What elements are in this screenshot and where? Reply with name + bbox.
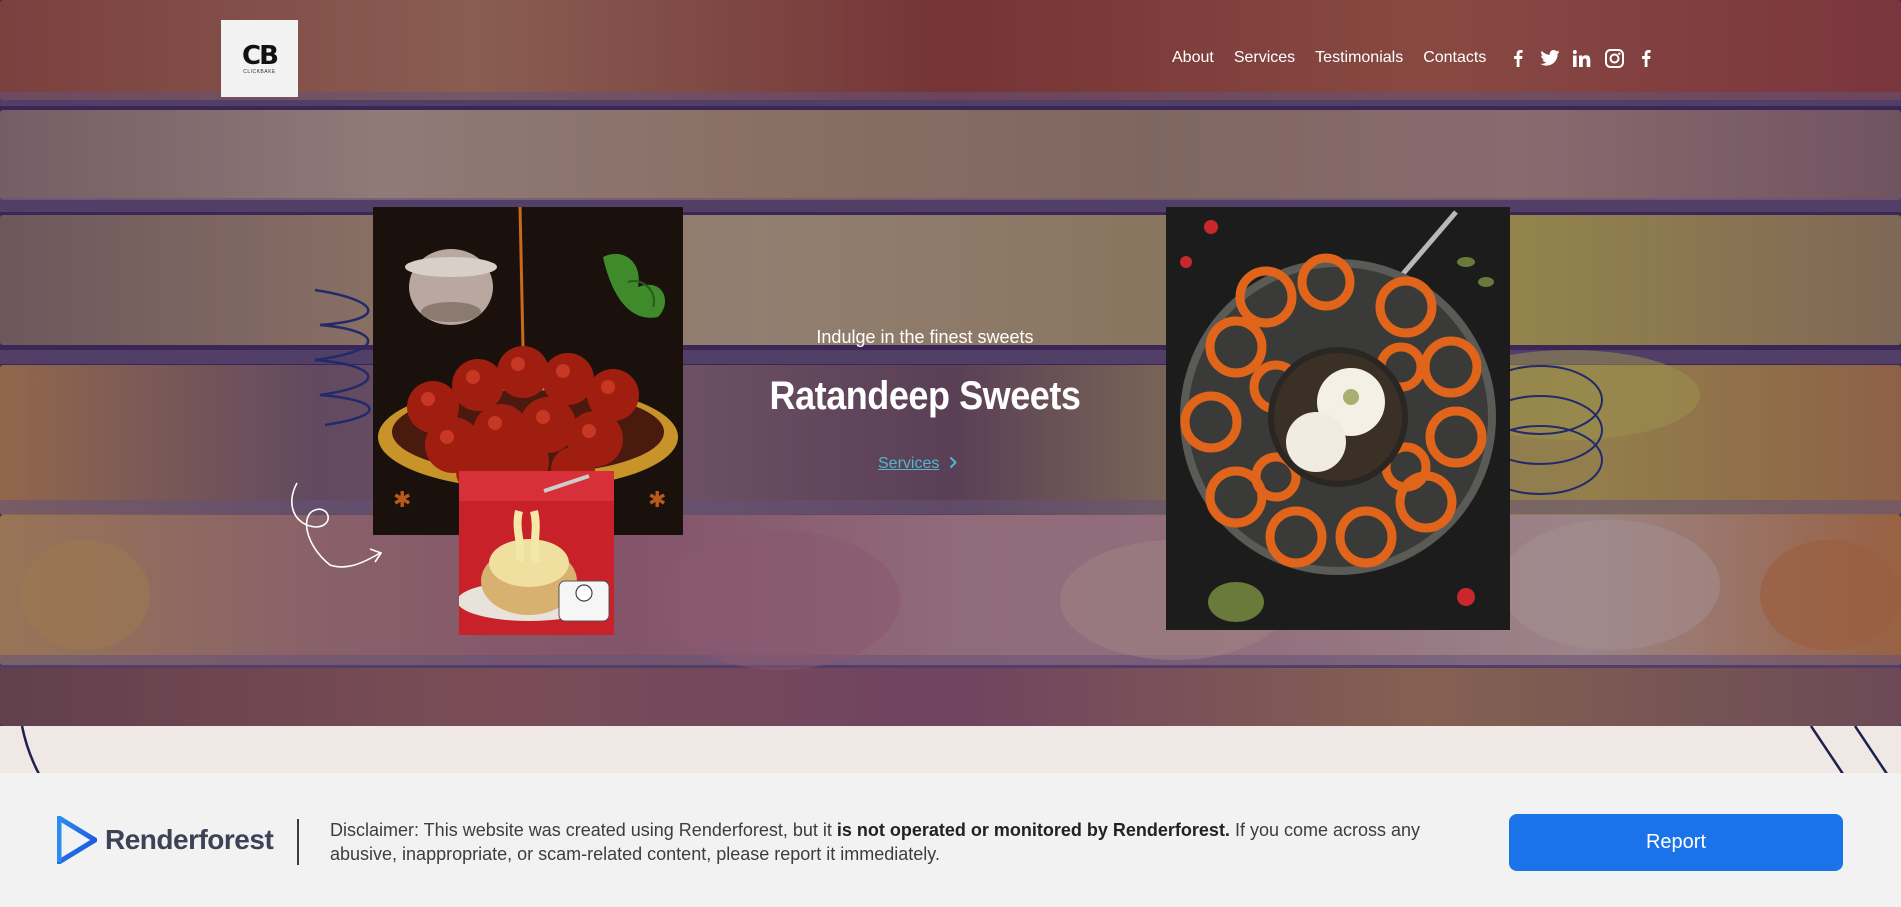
main-nav: About Services Testimonials Contacts (1172, 48, 1656, 68)
nav-contacts[interactable]: Contacts (1423, 49, 1486, 67)
twitter-icon[interactable] (1540, 48, 1560, 68)
services-link[interactable]: Services (878, 455, 958, 473)
linkedin-icon[interactable] (1572, 48, 1592, 68)
hero-overlay (0, 0, 1901, 726)
disclaimer-text-start: Disclaimer: This website was created usi… (330, 820, 837, 840)
renderforest-play-icon (57, 816, 97, 864)
nav-services[interactable]: Services (1234, 49, 1295, 67)
disclaimer-divider (297, 819, 299, 865)
instagram-icon[interactable] (1604, 48, 1624, 68)
services-link-label: Services (878, 455, 940, 472)
site-logo[interactable]: CB CLICKBAKE (221, 20, 298, 97)
social-links (1508, 48, 1656, 68)
nav-about[interactable]: About (1172, 49, 1214, 67)
svg-text:✱: ✱ (393, 488, 411, 513)
hero-section: CB CLICKBAKE About Services Testimonials… (0, 0, 1901, 726)
logo-mark: CB (242, 40, 279, 71)
svg-text:✱: ✱ (648, 488, 666, 513)
disclaimer-text-bold: is not operated or monitored by Renderfo… (836, 820, 1230, 840)
nav-testimonials[interactable]: Testimonials (1315, 49, 1403, 67)
jalebi-photo (1166, 207, 1510, 630)
section-curve-right (1809, 726, 1889, 775)
chevron-right-icon (949, 456, 958, 472)
loop-arrow-decoration (291, 482, 383, 568)
hero-tagline: Indulge in the finest sweets (816, 327, 1034, 347)
sweet-bun-photo (459, 471, 614, 635)
facebook-icon[interactable] (1508, 48, 1528, 68)
logo-subtext: CLICKBAKE (243, 68, 276, 75)
renderforest-wordmark: Renderforest (105, 824, 274, 855)
renderforest-logo[interactable]: Renderforest (57, 816, 274, 864)
facebook-icon[interactable] (1636, 48, 1656, 68)
hero-title: Ratandeep Sweets (769, 374, 1081, 418)
section-curve-left (20, 726, 42, 776)
report-button[interactable]: Report (1509, 814, 1843, 871)
disclaimer-bar: Renderforest Disclaimer: This website wa… (0, 773, 1901, 907)
disclaimer-text: Disclaimer: This website was created usi… (330, 818, 1460, 866)
